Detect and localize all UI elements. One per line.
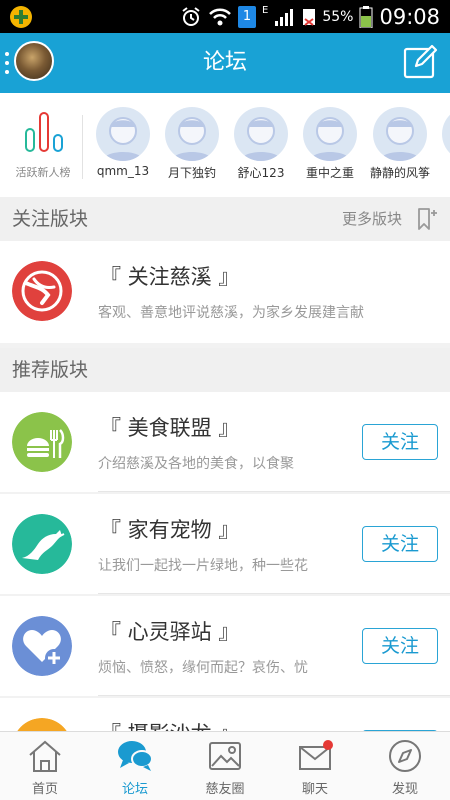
photo-icon: [209, 742, 241, 770]
chat-icon: [118, 741, 153, 771]
tab-label: 慈友圈: [205, 782, 245, 797]
forum-item-food[interactable]: 『 美食联盟 』 介绍慈溪及各地的美食，以食聚 关注: [0, 392, 450, 492]
tab-moments[interactable]: 慈友圈: [180, 732, 270, 800]
forum-name: 『 美食联盟 』: [100, 416, 240, 440]
forum-name: 『 心灵驿站 』: [100, 620, 240, 644]
status-icons: 1 E 55% 09:08: [180, 0, 440, 33]
active-users-row: 活跃新人榜 qmm_13 月下独钓 舒心123 重中之重 静静的风筝: [0, 93, 450, 200]
default-avatar-icon: [96, 107, 150, 161]
new-user-ranking[interactable]: 活跃新人榜: [0, 93, 82, 200]
battery-icon: [359, 5, 373, 28]
add-forum-icon[interactable]: [414, 207, 438, 231]
wifi-icon: [209, 8, 231, 25]
signal-icon: [275, 8, 294, 26]
forum-description: 烦恼、愤怒，缘何而起？哀伤、忧: [98, 660, 308, 676]
followed-section-header: 关注版块 更多版块: [0, 197, 450, 241]
forum-item-pets[interactable]: 『 家有宠物 』 让我们一起找一片绿地，种一些花 关注: [0, 494, 450, 594]
heart-icon: [12, 616, 72, 676]
cixi-logo-icon: [12, 261, 72, 321]
tab-home[interactable]: 首页: [0, 732, 90, 800]
divider: [98, 593, 450, 594]
forum-description: 介绍慈溪及各地的美食，以食聚: [98, 456, 294, 472]
default-avatar-icon: [165, 107, 219, 161]
mail-icon: [299, 740, 333, 770]
active-user[interactable]: 舒心123: [226, 93, 296, 200]
forum-description: 客观、善意地评说慈溪，为家乡发展建言献: [98, 305, 364, 321]
divider: [98, 695, 450, 696]
ranking-chart-icon: [25, 112, 63, 152]
follow-button[interactable]: 关注: [362, 628, 438, 664]
clock: 09:08: [379, 4, 440, 29]
active-user[interactable]: [434, 93, 450, 200]
forum-name: 『 关注慈溪 』: [100, 265, 240, 289]
default-avatar-icon: [303, 107, 357, 161]
bottom-nav: 首页 论坛 慈友圈 聊天 发现: [0, 731, 450, 800]
alarm-icon: [182, 6, 200, 26]
tab-forum[interactable]: 论坛: [90, 732, 180, 800]
tab-discover[interactable]: 发现: [360, 732, 450, 800]
user-name: 静静的风筝: [369, 166, 430, 180]
tab-label: 聊天: [301, 782, 328, 797]
compass-icon: [389, 740, 421, 772]
home-icon: [29, 740, 61, 772]
ranking-label: 活跃新人榜: [15, 166, 71, 179]
network-type: E: [262, 5, 269, 16]
more-forums-link[interactable]: 更多版块: [342, 197, 402, 241]
food-icon: [12, 412, 72, 472]
pet-icon: [12, 514, 72, 574]
tab-label: 发现: [391, 782, 418, 797]
forum-item-soul[interactable]: 『 心灵驿站 』 烦恼、愤怒，缘何而起？哀伤、忧 关注: [0, 596, 450, 696]
app-header: 论坛: [0, 33, 450, 93]
tab-chat[interactable]: 聊天: [270, 732, 360, 800]
sd-card-error-icon: [303, 8, 316, 26]
app-notification-icon: [10, 6, 32, 28]
recommended-section-header: 推荐版块: [0, 348, 450, 392]
default-avatar-icon: [234, 107, 288, 161]
tab-label: 论坛: [121, 782, 148, 797]
divider: [98, 491, 450, 492]
sim-badge: 1: [238, 5, 257, 28]
forum-screen: 1 E 55% 09:08 论坛 活跃新人榜 qmm_13 月下独钓 舒心123…: [0, 0, 450, 800]
default-avatar-icon: [442, 107, 450, 161]
forum-item-cixi[interactable]: 『 关注慈溪 』 客观、善意地评说慈溪，为家乡发展建言献: [0, 241, 450, 343]
active-user[interactable]: 静静的风筝: [365, 93, 435, 200]
default-avatar-icon: [373, 107, 427, 161]
battery-percent: 55%: [322, 8, 354, 25]
forum-name: 『 家有宠物 』: [100, 518, 240, 542]
follow-button[interactable]: 关注: [362, 424, 438, 460]
tab-label: 首页: [31, 782, 58, 797]
forum-description: 让我们一起找一片绿地，种一些花: [98, 558, 308, 574]
section-title: 推荐版块: [12, 359, 89, 381]
section-title: 关注版块: [12, 208, 89, 230]
status-bar: 1 E 55% 09:08: [0, 0, 450, 33]
active-user[interactable]: 月下独钓: [157, 93, 227, 200]
compose-icon[interactable]: [402, 44, 438, 80]
active-user[interactable]: qmm_13: [88, 93, 158, 200]
page-title: 论坛: [202, 50, 247, 75]
active-user[interactable]: 重中之重: [295, 93, 365, 200]
follow-button[interactable]: 关注: [362, 526, 438, 562]
